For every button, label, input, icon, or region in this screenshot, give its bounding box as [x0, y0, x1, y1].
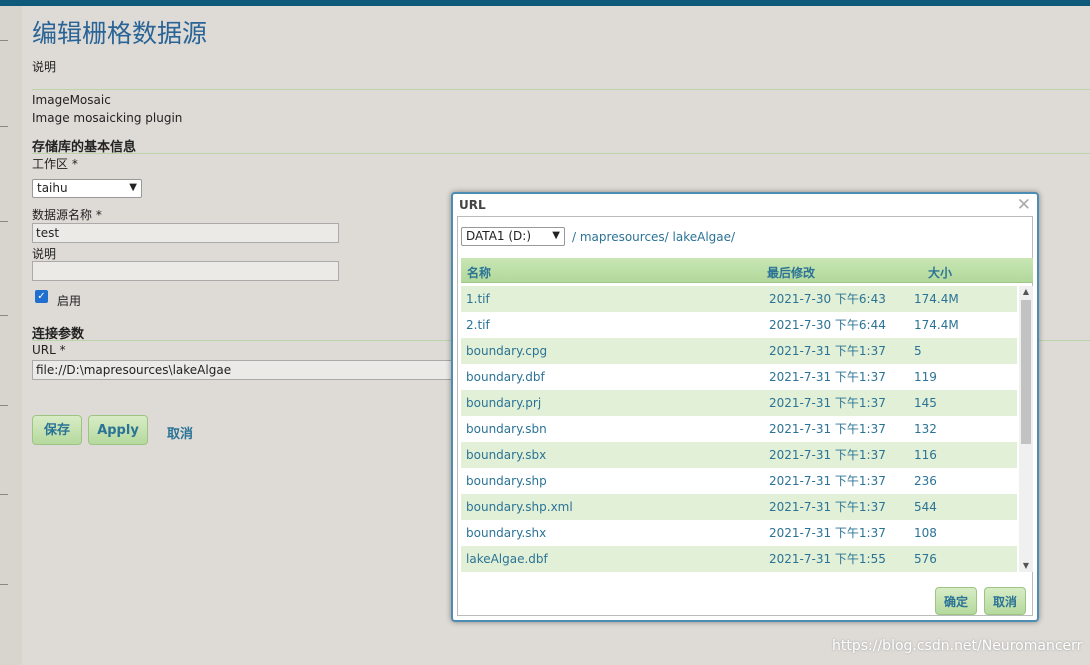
- description-label: 说明: [32, 60, 57, 74]
- file-size: 576: [914, 552, 937, 566]
- file-modified: 2021-7-31 下午1:55: [769, 552, 886, 566]
- file-row[interactable]: lakeAlgae.dbf 2021-7-31 下午1:55 576: [461, 546, 1017, 572]
- file-row[interactable]: boundary.shp.xml 2021-7-31 下午1:37 544: [461, 494, 1017, 520]
- file-name: boundary.sbn: [466, 422, 547, 436]
- gutter-tick: [0, 584, 8, 585]
- file-modified: 2021-7-31 下午1:37: [769, 396, 886, 410]
- gutter-tick: [0, 405, 8, 406]
- column-header-size[interactable]: 大小: [928, 264, 952, 281]
- gutter-tick: [0, 221, 8, 222]
- file-list-scrollbar[interactable]: ▲ ▼: [1019, 286, 1033, 572]
- file-size: 116: [914, 448, 937, 462]
- enabled-label: 启用: [57, 294, 82, 308]
- scroll-down-icon[interactable]: ▼: [1019, 560, 1033, 572]
- datasource-name-label: 数据源名称 *: [32, 208, 102, 222]
- ok-button[interactable]: 确定: [935, 587, 977, 615]
- file-row[interactable]: boundary.cpg 2021-7-31 下午1:37 5: [461, 338, 1017, 364]
- file-row[interactable]: boundary.sbn 2021-7-31 下午1:37 132: [461, 416, 1017, 442]
- file-row[interactable]: boundary.sbx 2021-7-31 下午1:37 116: [461, 442, 1017, 468]
- file-row[interactable]: boundary.dbf 2021-7-31 下午1:37 119: [461, 364, 1017, 390]
- url-label: URL *: [32, 343, 66, 357]
- dialog-cancel-button[interactable]: 取消: [984, 587, 1026, 615]
- workspace-select[interactable]: taihu ▼: [32, 179, 142, 198]
- file-modified: 2021-7-30 下午6:43: [769, 292, 886, 306]
- divider: [32, 89, 1090, 90]
- file-size: 145: [914, 396, 937, 410]
- file-modified: 2021-7-31 下午1:37: [769, 448, 886, 462]
- datasource-description-label: 说明: [32, 247, 57, 261]
- enabled-checkbox[interactable]: ✓: [35, 290, 48, 303]
- apply-button[interactable]: Apply: [88, 415, 148, 445]
- url-input[interactable]: file://D:\mapresources\lakeAlgae: [32, 360, 452, 380]
- drive-select-value: DATA1 (D:): [466, 229, 532, 243]
- left-gutter: [0, 6, 22, 665]
- file-name: boundary.cpg: [466, 344, 548, 358]
- file-size: 174.4M: [914, 318, 959, 332]
- file-name: boundary.shx: [466, 526, 547, 540]
- file-modified: 2021-7-30 下午6:44: [769, 318, 886, 332]
- scroll-up-icon[interactable]: ▲: [1019, 286, 1033, 298]
- file-name: lakeAlgae.dbf: [466, 552, 548, 566]
- file-name: boundary.dbf: [466, 370, 545, 384]
- page-title: 编辑栅格数据源: [32, 19, 208, 48]
- datasource-description-input[interactable]: [32, 261, 339, 281]
- file-size: 108: [914, 526, 937, 540]
- file-row[interactable]: boundary.shx 2021-7-31 下午1:37 108: [461, 520, 1017, 546]
- file-list: 1.tif 2021-7-30 下午6:43 174.4M 2.tif 2021-7-3…: [461, 286, 1017, 572]
- workspace-label: 工作区 *: [32, 157, 78, 171]
- file-modified: 2021-7-31 下午1:37: [769, 474, 886, 488]
- file-modified: 2021-7-31 下午1:37: [769, 500, 886, 514]
- file-size: 119: [914, 370, 937, 384]
- file-name: boundary.sbx: [466, 448, 547, 462]
- chevron-down-icon: ▼: [129, 182, 137, 193]
- file-size: 174.4M: [914, 292, 959, 306]
- file-browser: DATA1 (D:) ▼ / mapresources/ lakeAlgae/ …: [457, 216, 1033, 616]
- save-button[interactable]: 保存: [32, 415, 82, 445]
- gutter-tick: [0, 315, 8, 316]
- scroll-thumb[interactable]: [1021, 300, 1031, 444]
- column-header-name[interactable]: 名称: [467, 264, 491, 281]
- file-size: 236: [914, 474, 937, 488]
- column-header-modified[interactable]: 最后修改: [767, 264, 815, 281]
- file-name: 1.tif: [466, 292, 490, 306]
- file-row[interactable]: boundary.prj 2021-7-31 下午1:37 145: [461, 390, 1017, 416]
- file-size: 132: [914, 422, 937, 436]
- file-modified: 2021-7-31 下午1:37: [769, 344, 886, 358]
- store-type-name: ImageMosaic: [32, 93, 111, 107]
- file-name: boundary.shp.xml: [466, 500, 573, 514]
- workspace-select-value: taihu: [37, 181, 68, 195]
- file-row[interactable]: boundary.shp 2021-7-31 下午1:37 236: [461, 468, 1017, 494]
- cancel-link[interactable]: 取消: [167, 423, 193, 442]
- gutter-tick: [0, 494, 8, 495]
- divider: [32, 153, 1090, 154]
- file-name: 2.tif: [466, 318, 490, 332]
- file-modified: 2021-7-31 下午1:37: [769, 422, 886, 436]
- gutter-tick: [0, 126, 8, 127]
- file-name: boundary.shp: [466, 474, 547, 488]
- datasource-name-input[interactable]: test: [32, 223, 339, 243]
- drive-select[interactable]: DATA1 (D:) ▼: [461, 227, 565, 246]
- file-modified: 2021-7-31 下午1:37: [769, 370, 886, 384]
- url-chooser-dialog: URL ✕ DATA1 (D:) ▼ / mapresources/ lakeA…: [451, 192, 1039, 622]
- file-row[interactable]: 2.tif 2021-7-30 下午6:44 174.4M: [461, 312, 1017, 338]
- dialog-title: URL: [459, 198, 486, 212]
- file-modified: 2021-7-31 下午1:37: [769, 526, 886, 540]
- gutter-tick: [0, 40, 8, 41]
- file-table-header: 名称 最后修改 大小: [461, 258, 1033, 283]
- file-size: 544: [914, 500, 937, 514]
- file-row[interactable]: 1.tif 2021-7-30 下午6:43 174.4M: [461, 286, 1017, 312]
- chevron-down-icon: ▼: [552, 230, 560, 241]
- file-name: boundary.prj: [466, 396, 542, 410]
- file-size: 5: [914, 344, 922, 358]
- close-icon[interactable]: ✕: [1017, 195, 1031, 215]
- watermark: https://blog.csdn.net/Neuromancerr: [832, 638, 1083, 654]
- store-type-description: Image mosaicking plugin: [32, 111, 183, 125]
- breadcrumb[interactable]: / mapresources/ lakeAlgae/: [572, 230, 735, 244]
